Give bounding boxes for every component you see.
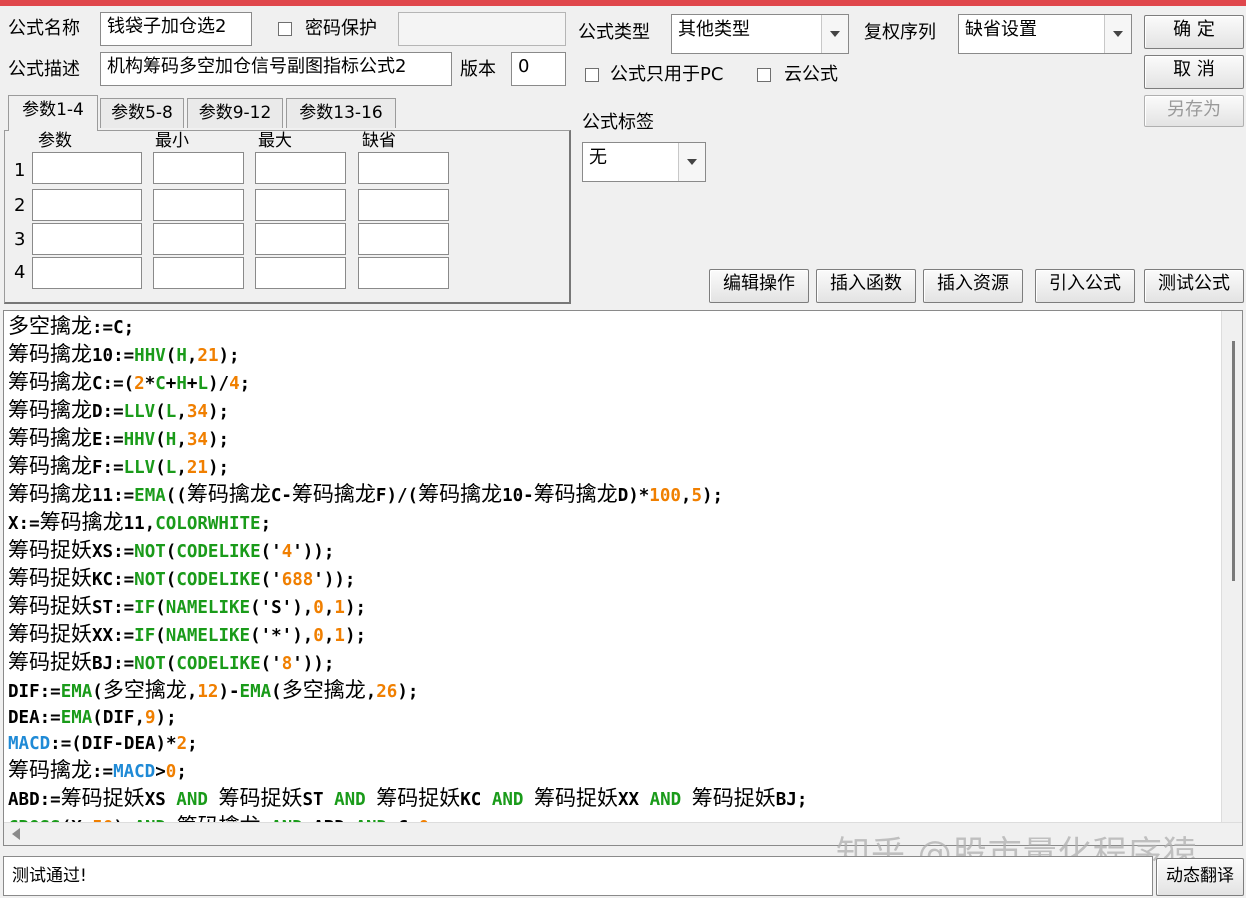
formula-name-label: 公式名称 xyxy=(8,18,80,39)
tab-params-13-16[interactable]: 参数13-16 xyxy=(286,98,396,128)
param-row-number: 4 xyxy=(14,262,26,283)
param-3-max-input[interactable] xyxy=(255,223,346,255)
param-2-max-input[interactable] xyxy=(255,189,346,221)
insert-function-button[interactable]: 插入函数 xyxy=(816,269,916,303)
cloud-formula-label: 云公式 xyxy=(784,64,838,85)
param-header-default: 缺省 xyxy=(362,131,396,151)
version-label: 版本 xyxy=(460,59,496,80)
param-1-default-input[interactable] xyxy=(358,152,449,184)
param-header-name: 参数 xyxy=(38,131,72,151)
param-3-min-input[interactable] xyxy=(153,223,244,255)
param-3-name-input[interactable] xyxy=(32,223,142,255)
param-1-max-input[interactable] xyxy=(255,152,346,184)
formula-name-input[interactable]: 钱袋子加仓选2 xyxy=(100,12,252,46)
restore-series-select[interactable]: 缺省设置 xyxy=(958,14,1132,54)
scroll-left-arrow-icon[interactable] xyxy=(12,828,20,840)
formula-tag-value: 无 xyxy=(589,147,607,168)
param-1-min-input[interactable] xyxy=(153,152,244,184)
formula-tag-select[interactable]: 无 xyxy=(582,142,706,182)
import-formula-button[interactable]: 引入公式 xyxy=(1035,269,1135,303)
status-bar: 测试通过! xyxy=(3,856,1153,896)
param-row-number: 1 xyxy=(14,160,26,181)
ok-button[interactable]: 确 定 xyxy=(1144,15,1244,49)
param-3-default-input[interactable] xyxy=(358,223,449,255)
chevron-down-icon[interactable] xyxy=(821,15,848,53)
scrollbar-thumb[interactable] xyxy=(1232,341,1235,581)
param-row-number: 2 xyxy=(14,195,26,216)
save-as-button[interactable]: 另存为 xyxy=(1144,95,1244,127)
password-protect-checkbox[interactable] xyxy=(278,22,292,36)
param-1-name-input[interactable] xyxy=(32,152,142,184)
test-formula-button[interactable]: 测试公式 xyxy=(1144,269,1244,303)
restore-series-label: 复权序列 xyxy=(864,22,936,43)
cancel-button[interactable]: 取 消 xyxy=(1144,55,1244,89)
param-header-min: 最小 xyxy=(155,131,189,151)
version-input[interactable]: 0 xyxy=(511,52,566,86)
param-4-default-input[interactable] xyxy=(358,257,449,289)
vertical-scrollbar[interactable] xyxy=(1221,311,1242,824)
param-4-min-input[interactable] xyxy=(153,257,244,289)
restore-series-value: 缺省设置 xyxy=(965,19,1037,40)
dynamic-translate-button[interactable]: 动态翻译 xyxy=(1156,858,1244,896)
password-input[interactable] xyxy=(398,12,566,46)
param-4-name-input[interactable] xyxy=(32,257,142,289)
code-text[interactable]: 多空擒龙:=C; 筹码擒龙10:=HHV(H,21); 筹码擒龙C:=(2*C+… xyxy=(8,313,807,841)
window-title-bar xyxy=(0,0,1246,6)
param-2-default-input[interactable] xyxy=(358,189,449,221)
tab-params-9-12[interactable]: 参数9-12 xyxy=(187,98,283,128)
chevron-down-icon[interactable] xyxy=(678,143,705,181)
formula-type-select[interactable]: 其他类型 xyxy=(671,14,849,54)
formula-desc-input[interactable]: 机构筹码多空加仓信号副图指标公式2 xyxy=(100,52,452,86)
password-protect-label: 密码保护 xyxy=(305,18,377,39)
insert-resource-button[interactable]: 插入资源 xyxy=(923,269,1023,303)
pc-only-label: 公式只用于PC xyxy=(610,64,724,85)
param-row-number: 3 xyxy=(14,229,26,250)
cloud-formula-checkbox[interactable] xyxy=(757,68,771,82)
edit-ops-button[interactable]: 编辑操作 xyxy=(709,269,809,303)
chevron-down-icon[interactable] xyxy=(1104,15,1131,53)
param-2-name-input[interactable] xyxy=(32,189,142,221)
tab-params-1-4[interactable]: 参数1-4 xyxy=(8,95,98,131)
formula-type-label: 公式类型 xyxy=(578,22,650,43)
formula-desc-label: 公式描述 xyxy=(8,59,80,80)
param-2-min-input[interactable] xyxy=(153,189,244,221)
param-4-max-input[interactable] xyxy=(255,257,346,289)
param-header-max: 最大 xyxy=(258,131,292,151)
tab-params-5-8[interactable]: 参数5-8 xyxy=(100,98,184,128)
pc-only-checkbox[interactable] xyxy=(585,68,599,82)
formula-type-value: 其他类型 xyxy=(678,19,750,40)
formula-tag-label: 公式标签 xyxy=(582,112,654,133)
code-editor[interactable]: 多空擒龙:=C; 筹码擒龙10:=HHV(H,21); 筹码擒龙C:=(2*C+… xyxy=(3,310,1243,846)
